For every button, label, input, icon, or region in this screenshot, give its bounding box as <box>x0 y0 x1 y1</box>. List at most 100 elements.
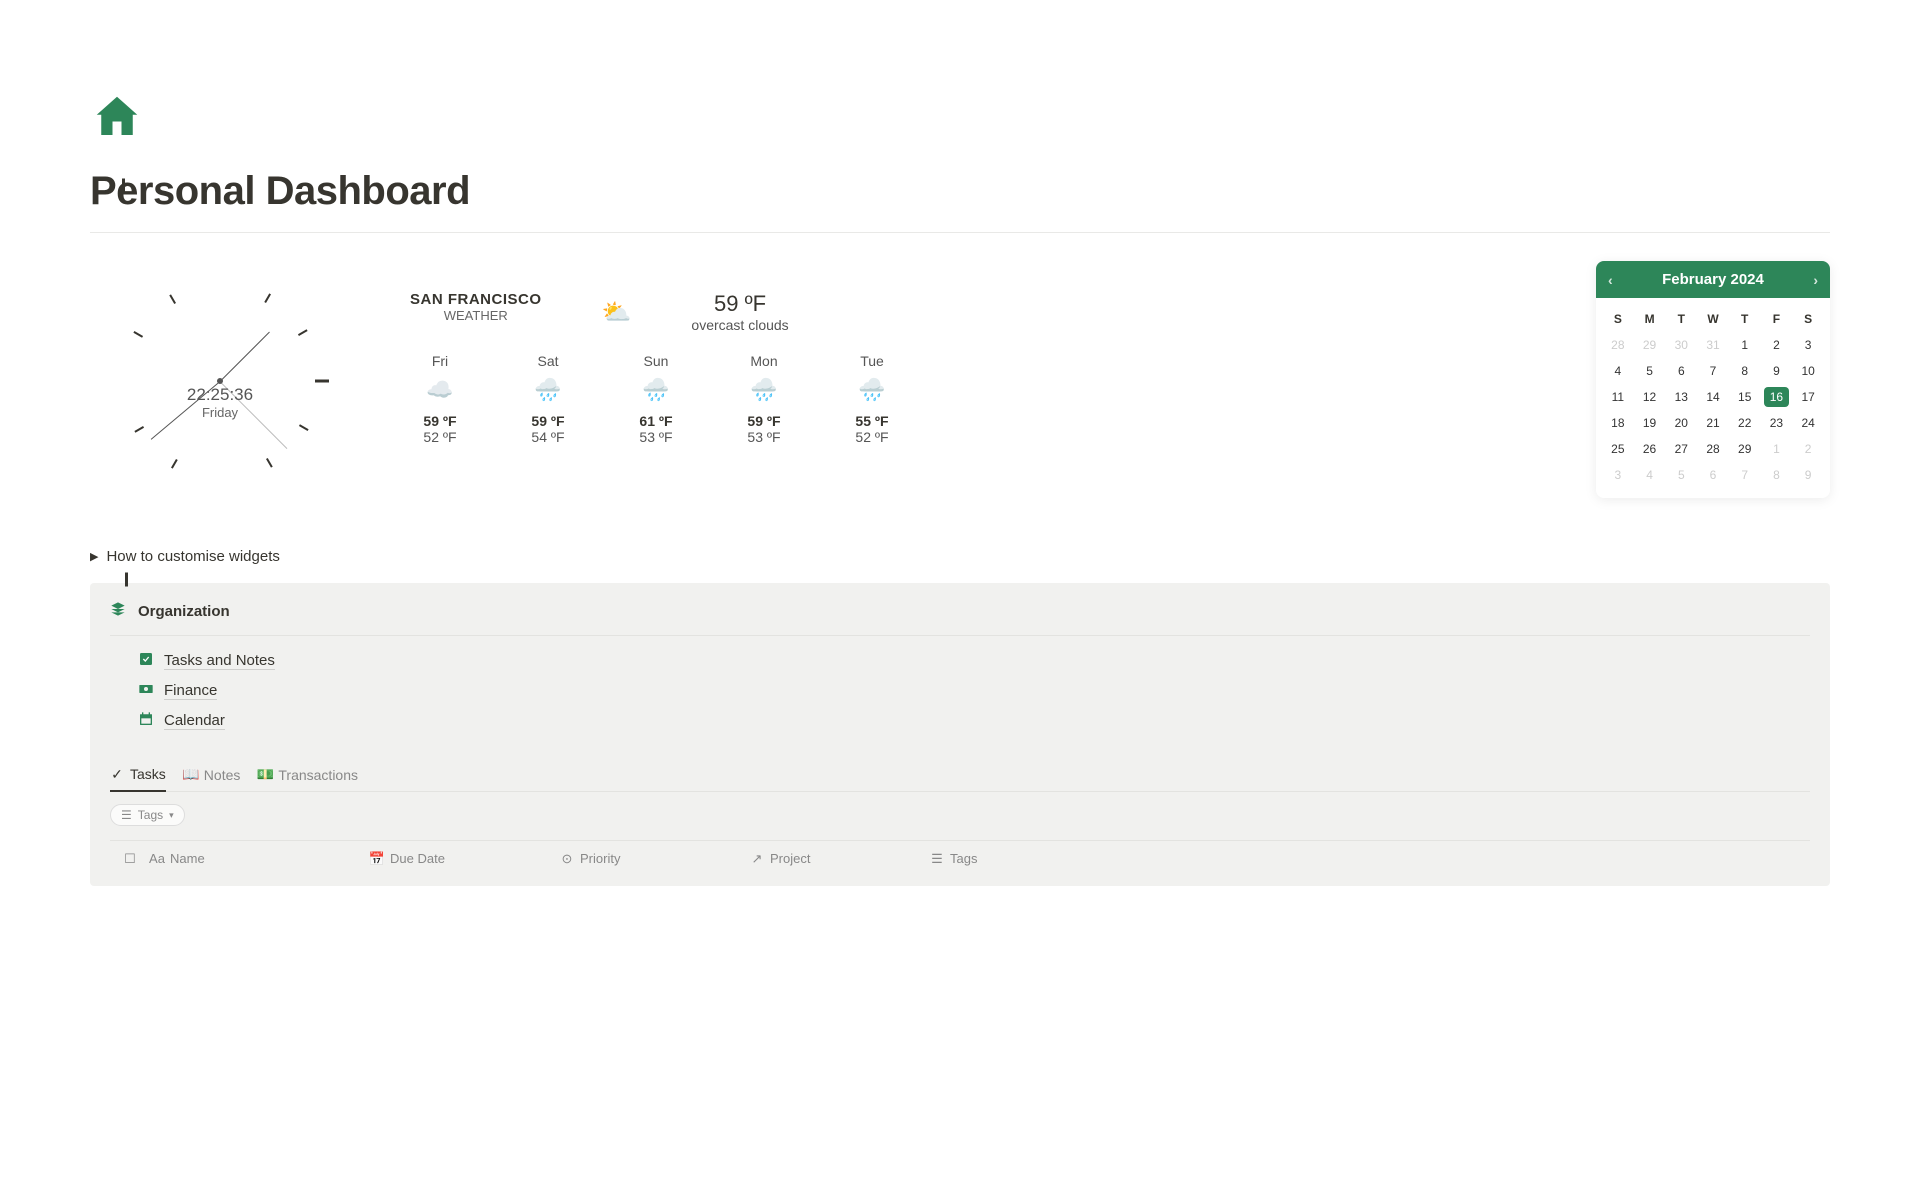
calendar-day[interactable]: 28 <box>1697 436 1729 462</box>
forecast-high: 59 ºF <box>513 413 583 429</box>
calendar-day[interactable]: 8 <box>1729 358 1761 384</box>
money-icon <box>138 681 154 701</box>
calendar-day[interactable]: 17 <box>1792 384 1824 410</box>
column-project[interactable]: Project <box>770 851 810 866</box>
org-link-finance[interactable]: Finance <box>138 676 1810 706</box>
calendar-day[interactable]: 24 <box>1792 410 1824 436</box>
list-icon: ☰ <box>121 808 132 822</box>
tab-tasks[interactable]: ✓Tasks <box>110 766 166 792</box>
column-due-date[interactable]: Due Date <box>390 851 445 866</box>
forecast-day: Tue🌧️55 ºF52 ºF <box>837 353 907 445</box>
calendar-day[interactable]: 1 <box>1761 436 1793 462</box>
calendar-day[interactable]: 7 <box>1729 462 1761 488</box>
calendar-day[interactable]: 9 <box>1761 358 1793 384</box>
org-link-tasks-notes[interactable]: Tasks and Notes <box>138 646 1810 676</box>
calendar-day[interactable]: 2 <box>1792 436 1824 462</box>
calendar-day[interactable]: 19 <box>1634 410 1666 436</box>
calendar-day[interactable]: 13 <box>1665 384 1697 410</box>
forecast-day: Fri ☁️ 59 ºF52 ºF <box>405 353 475 445</box>
column-priority[interactable]: Priority <box>580 851 620 866</box>
calendar-day[interactable]: 6 <box>1665 358 1697 384</box>
column-name[interactable]: Name <box>170 851 205 866</box>
calendar-day[interactable]: 12 <box>1634 384 1666 410</box>
weather-now-temp: 59 ºF <box>691 291 788 317</box>
forecast-high: 59 ºF <box>729 413 799 429</box>
weather-icon: 🌧️ <box>513 377 583 403</box>
calendar-day[interactable]: 11 <box>1602 384 1634 410</box>
calendar-small-icon: 📅 <box>370 852 384 866</box>
calendar-next-button[interactable]: › <box>1813 272 1818 288</box>
calendar-day[interactable]: 31 <box>1697 332 1729 358</box>
forecast-day-name: Tue <box>837 353 907 369</box>
layers-icon <box>110 601 126 621</box>
forecast-day-name: Fri <box>405 353 475 369</box>
calendar-day[interactable]: 3 <box>1792 332 1824 358</box>
calendar-day[interactable]: 20 <box>1665 410 1697 436</box>
calendar-day[interactable]: 8 <box>1761 462 1793 488</box>
forecast-high: 59 ºF <box>405 413 475 429</box>
calendar-day[interactable]: 10 <box>1792 358 1824 384</box>
chevron-down-icon: ▾ <box>169 810 174 821</box>
multiselect-icon: ☰ <box>930 852 944 866</box>
calendar-day[interactable]: 15 <box>1729 384 1761 410</box>
weather-widget: SAN FRANCISCO WEATHER ⛅ 59 ºF overcast c… <box>370 261 1556 445</box>
calendar-day[interactable]: 29 <box>1729 436 1761 462</box>
forecast-low: 53 ºF <box>621 429 691 445</box>
forecast-low: 53 ºF <box>729 429 799 445</box>
calendar-day[interactable]: 2 <box>1761 332 1793 358</box>
calendar-day[interactable]: 3 <box>1602 462 1634 488</box>
forecast-day: Sun🌧️61 ºF53 ºF <box>621 353 691 445</box>
toggle-label: How to customise widgets <box>106 548 279 565</box>
calendar-day[interactable]: 14 <box>1697 384 1729 410</box>
tab-transactions[interactable]: 💵Transactions <box>258 766 358 791</box>
select-icon: ⊙ <box>560 852 574 866</box>
text-icon: Aa <box>150 852 164 866</box>
calendar-day[interactable]: 16 <box>1761 384 1793 410</box>
calendar-day[interactable]: 23 <box>1761 410 1793 436</box>
calendar-day[interactable]: 25 <box>1602 436 1634 462</box>
tab-notes[interactable]: 📖Notes <box>184 766 241 791</box>
weather-icon: ☁️ <box>405 377 475 403</box>
calendar-day[interactable]: 5 <box>1665 462 1697 488</box>
forecast-high: 61 ºF <box>621 413 691 429</box>
checkbox-column-icon: ☐ <box>123 852 137 866</box>
calendar-day[interactable]: 30 <box>1665 332 1697 358</box>
calendar-day[interactable]: 29 <box>1634 332 1666 358</box>
customise-widgets-toggle[interactable]: ▶ How to customise widgets <box>90 548 1830 565</box>
calendar-day[interactable]: 21 <box>1697 410 1729 436</box>
organization-callout: Organization Tasks and Notes Finance Cal… <box>90 583 1830 886</box>
calendar-icon <box>138 711 154 731</box>
calendar-day[interactable]: 7 <box>1697 358 1729 384</box>
calendar-day[interactable]: 4 <box>1602 358 1634 384</box>
page-icon <box>90 90 1830 149</box>
calendar-day[interactable]: 4 <box>1634 462 1666 488</box>
tab-icon: 📖 <box>184 768 198 782</box>
tags-filter-pill[interactable]: ☰ Tags ▾ <box>110 804 185 826</box>
forecast-day: Sat 🌧️ 59 ºF54 ºF <box>513 353 583 445</box>
org-link-calendar[interactable]: Calendar <box>138 706 1810 736</box>
calendar-day[interactable]: 18 <box>1602 410 1634 436</box>
calendar-day[interactable]: 22 <box>1729 410 1761 436</box>
calendar-day[interactable]: 27 <box>1665 436 1697 462</box>
clock-day: Friday <box>187 405 253 420</box>
forecast-low: 54 ºF <box>513 429 583 445</box>
calendar-month-label: February 2024 <box>1662 271 1764 288</box>
calendar-day[interactable]: 26 <box>1634 436 1666 462</box>
calendar-day[interactable]: 6 <box>1697 462 1729 488</box>
weather-icon: 🌧️ <box>837 377 907 403</box>
forecast-low: 52 ºF <box>405 429 475 445</box>
calendar-day[interactable]: 28 <box>1602 332 1634 358</box>
forecast-day-name: Sun <box>621 353 691 369</box>
tab-icon: 💵 <box>258 768 272 782</box>
forecast-day-name: Sat <box>513 353 583 369</box>
column-tags[interactable]: Tags <box>950 851 977 866</box>
divider <box>90 232 1830 233</box>
calendar-day[interactable]: 9 <box>1792 462 1824 488</box>
calendar-day[interactable]: 5 <box>1634 358 1666 384</box>
relation-icon: ↗ <box>750 852 764 866</box>
weather-subtitle: WEATHER <box>410 308 542 323</box>
calendar-day[interactable]: 1 <box>1729 332 1761 358</box>
calendar-prev-button[interactable]: ‹ <box>1608 272 1613 288</box>
calendar-dow: T <box>1729 306 1761 332</box>
weather-city: SAN FRANCISCO <box>410 291 542 308</box>
